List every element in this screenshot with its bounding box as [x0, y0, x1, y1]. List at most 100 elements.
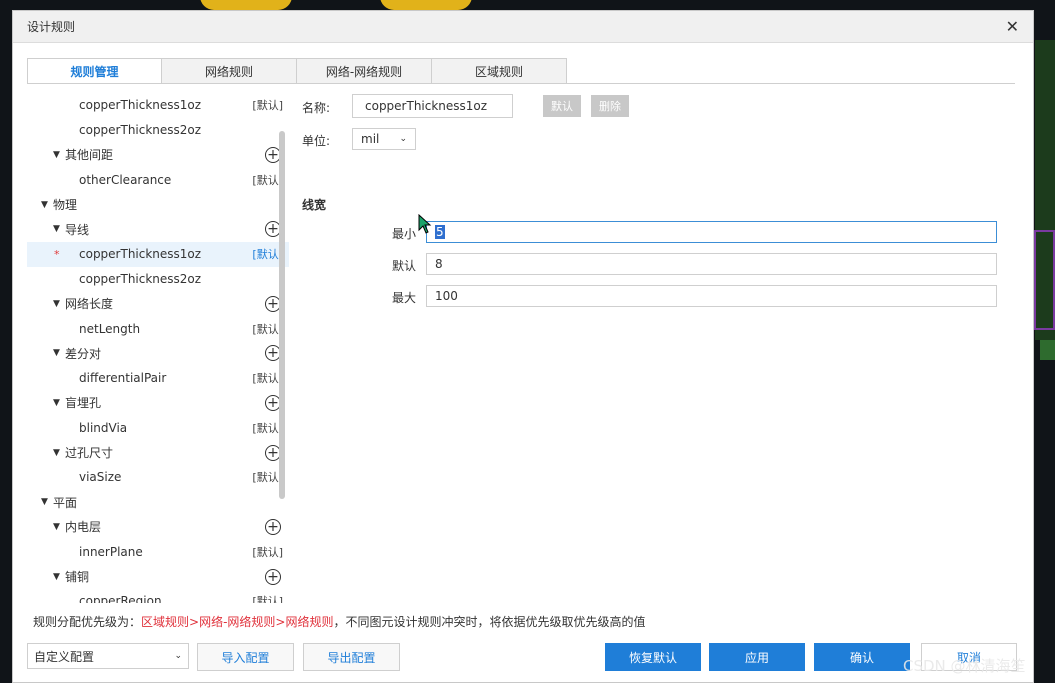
tree-label: 网络长度 — [65, 297, 114, 312]
name-label: 名称: — [302, 101, 331, 115]
default-button[interactable]: 默认 — [543, 95, 581, 117]
unit-label: 单位: — [302, 134, 331, 148]
chevron-down-icon: ⌄ — [399, 134, 407, 144]
watermark: CSDN @林清海笙 — [903, 657, 1026, 675]
tree-label: copperThickness2oz — [79, 123, 202, 138]
min-label: 最小 — [392, 227, 417, 241]
expand-arrow-icon[interactable]: ▼ — [53, 348, 65, 358]
tree-label: 盲埋孔 — [65, 396, 102, 411]
config-select-value: 自定义配置 — [34, 649, 95, 664]
tree-item[interactable]: otherClearance [默认] — [27, 167, 289, 192]
tree-item[interactable]: copperThickness1oz [默认] — [27, 93, 289, 118]
expand-arrow-icon[interactable]: ▼ — [53, 522, 65, 532]
tree-scrollbar[interactable] — [279, 131, 285, 499]
tab-2[interactable]: 网络-网络规则 — [297, 58, 432, 84]
default-label: 默认 — [392, 259, 417, 273]
tree-item[interactable]: innerPlane [默认] — [27, 539, 289, 564]
tree-label: copperRegion — [79, 594, 162, 603]
config-select[interactable]: 自定义配置 ⌄ — [27, 643, 189, 669]
section-title: 线宽 — [302, 198, 327, 212]
expand-arrow-icon[interactable]: ▼ — [41, 497, 53, 507]
max-label: 最大 — [392, 291, 417, 305]
dialog-title: 设计规则 — [27, 20, 76, 34]
chevron-down-icon: ⌄ — [174, 651, 182, 661]
tab-divider — [27, 83, 1015, 84]
modified-marker: * — [54, 247, 60, 261]
tree-group[interactable]: ▼ 铺铜 + — [27, 564, 289, 589]
min-value: 5 — [435, 225, 445, 239]
name-input[interactable]: copperThickness1oz — [352, 94, 513, 118]
unit-select[interactable]: mil ⌄ — [352, 128, 416, 150]
expand-arrow-icon[interactable]: ▼ — [53, 224, 65, 234]
tree-item[interactable]: * copperThickness1oz [默认] — [27, 241, 289, 267]
expand-arrow-icon[interactable]: ▼ — [53, 448, 65, 458]
tree-label: 其他间距 — [65, 148, 114, 163]
priority-note-prefix: 规则分配优先级为： — [33, 615, 142, 629]
rule-tree: copperThickness1oz [默认] copperThickness2oz… — [27, 93, 289, 603]
tab-1[interactable]: 网络规则 — [162, 58, 297, 84]
tree-group[interactable]: ▼ 物理 — [27, 192, 289, 217]
tree-item[interactable]: copperRegion [默认] — [27, 589, 289, 603]
close-icon[interactable]: ✕ — [1006, 17, 1019, 36]
import-config-button[interactable]: 导入配置 — [197, 643, 294, 671]
pcb-pad — [200, 0, 292, 10]
tree-label: 过孔尺寸 — [65, 446, 114, 461]
export-config-button[interactable]: 导出配置 — [303, 643, 400, 671]
pcb-pad — [380, 0, 472, 10]
tree-label: netLength — [79, 321, 141, 336]
tree-item[interactable]: copperThickness2oz — [27, 118, 289, 143]
tree-item[interactable]: netLength [默认] — [27, 316, 289, 341]
tree-label: 导线 — [65, 222, 90, 237]
tree-group[interactable]: ▼ 其他间距 + — [27, 143, 289, 168]
apply-button[interactable]: 应用 — [709, 643, 805, 671]
tree-label: 平面 — [53, 495, 78, 510]
tree-item[interactable]: copperThickness2oz — [27, 267, 289, 292]
dialog-titlebar: 设计规则 ✕ — [13, 11, 1033, 43]
tree-label: copperThickness1oz — [79, 247, 202, 262]
tree-label: differentialPair — [79, 371, 167, 386]
default-badge: [默认] — [252, 99, 283, 113]
tree-label: 内电层 — [65, 520, 102, 535]
add-rule-icon[interactable]: + — [265, 568, 281, 585]
expand-arrow-icon[interactable]: ▼ — [53, 398, 65, 408]
default-badge: [默认] — [252, 545, 283, 559]
restore-default-button[interactable]: 恢复默认 — [605, 643, 701, 671]
expand-arrow-icon[interactable]: ▼ — [53, 299, 65, 309]
tree-group[interactable]: ▼ 过孔尺寸 + — [27, 440, 289, 465]
tree-group[interactable]: ▼ 导线 + — [27, 217, 289, 242]
tree-item[interactable]: differentialPair [默认] — [27, 366, 289, 391]
mouse-cursor-icon — [418, 214, 432, 234]
design-rules-dialog: 设计规则 ✕ 规则管理 网络规则 网络-网络规则 区域规则 copperThickne… — [12, 10, 1034, 683]
tree-group[interactable]: ▼ 网络长度 + — [27, 291, 289, 316]
pcb-trace — [1040, 340, 1055, 360]
add-rule-icon[interactable]: + — [265, 518, 281, 535]
min-input[interactable]: 5 — [426, 221, 997, 243]
tab-bar: 规则管理 网络规则 网络-网络规则 区域规则 — [27, 58, 567, 84]
max-input[interactable]: 100 — [426, 285, 997, 307]
tab-0[interactable]: 规则管理 — [27, 58, 162, 84]
tree-group[interactable]: ▼ 内电层 + — [27, 515, 289, 540]
priority-order: 区域规则>网络-网络规则>网络规则 — [141, 615, 334, 629]
tree-label: viaSize — [79, 470, 122, 485]
pcb-outline — [1034, 230, 1055, 330]
tree-item[interactable]: blindVia [默认] — [27, 415, 289, 440]
tree-group[interactable]: ▼ 平面 — [27, 490, 289, 515]
tree-group[interactable]: ▼ 差分对 + — [27, 341, 289, 366]
expand-arrow-icon[interactable]: ▼ — [53, 572, 65, 582]
tree-group[interactable]: ▼ 盲埋孔 + — [27, 391, 289, 416]
tree-label: 物理 — [53, 198, 78, 213]
unit-value: mil — [361, 132, 380, 146]
expand-arrow-icon[interactable]: ▼ — [41, 200, 53, 210]
default-input[interactable]: 8 — [426, 253, 997, 275]
tree-label: 铺铜 — [65, 570, 90, 585]
delete-button[interactable]: 删除 — [591, 95, 629, 117]
confirm-button[interactable]: 确认 — [814, 643, 910, 671]
tree-item[interactable]: viaSize [默认] — [27, 465, 289, 490]
expand-arrow-icon[interactable]: ▼ — [53, 150, 65, 160]
tree-label: copperThickness2oz — [79, 271, 202, 286]
tab-3[interactable]: 区域规则 — [432, 58, 567, 84]
default-badge: [默认] — [252, 595, 283, 603]
priority-note: 规则分配优先级为：区域规则>网络-网络规则>网络规则，不同图元设计规则冲突时，将… — [33, 613, 645, 630]
tree-label: 差分对 — [65, 346, 102, 361]
tree-label: innerPlane — [79, 544, 143, 559]
